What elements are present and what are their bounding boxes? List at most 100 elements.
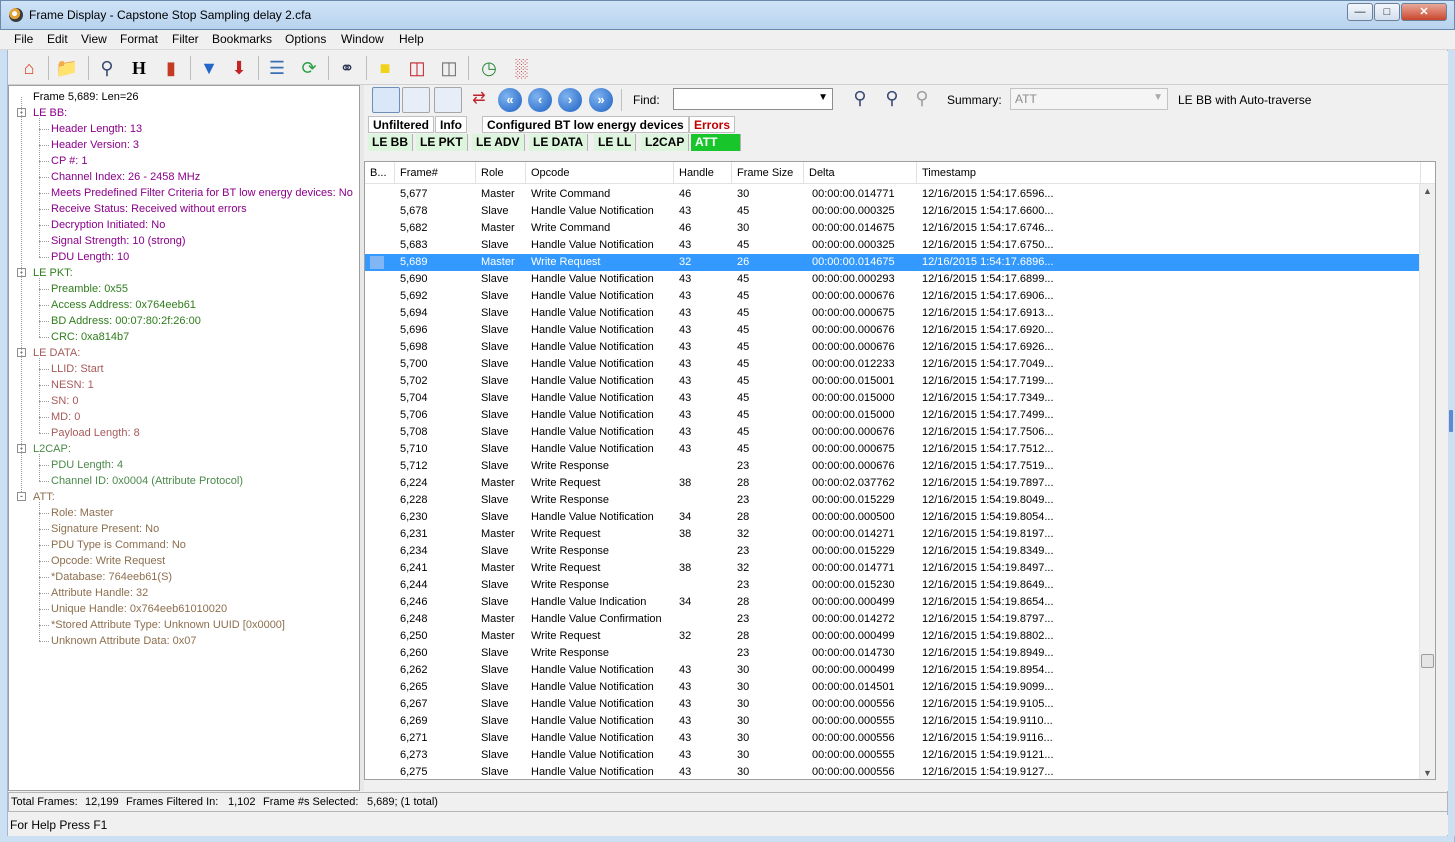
tree-field[interactable]: PDU Length: 10 xyxy=(51,249,129,265)
tree-field[interactable]: Header Version: 3 xyxy=(51,137,139,153)
tree-field[interactable]: Role: Master xyxy=(51,505,113,521)
tree-field[interactable]: Receive Status: Received without errors xyxy=(51,201,247,217)
layer-tab-le-adv[interactable]: LE ADV xyxy=(472,134,525,151)
tab-errors[interactable]: Errors xyxy=(689,116,736,133)
binoculars-icon[interactable]: ⚭ xyxy=(334,55,360,81)
summary-select[interactable]: ATT ▼ xyxy=(1010,88,1168,110)
tree-field[interactable]: *Stored Attribute Type: Unknown UUID [0x… xyxy=(51,617,285,633)
table-row[interactable]: 6,246 Slave Handle Value Indication 34 28 00:… xyxy=(365,594,1421,611)
menu-window[interactable]: Window xyxy=(341,32,384,46)
collapse-toggle-icon[interactable]: - xyxy=(17,492,26,501)
table-scrollbar[interactable]: ▲ ▼ xyxy=(1419,184,1435,779)
layers-icon[interactable]: ☰ xyxy=(264,55,290,81)
scroll-down-icon[interactable]: ▼ xyxy=(1423,768,1432,778)
refresh-icon[interactable]: ⟳ xyxy=(296,55,322,81)
table-row[interactable]: 5,696 Slave Handle Value Notification 43 45 0… xyxy=(365,322,1421,339)
col-bookmark[interactable]: B... xyxy=(365,162,395,184)
tree-field[interactable]: Channel Index: 26 - 2458 MHz xyxy=(51,169,200,185)
col-frame-size[interactable]: Frame Size xyxy=(732,162,804,184)
table-row[interactable]: 5,682 Master Write Command 46 30 00:00:00.014… xyxy=(365,220,1421,237)
tree-field[interactable]: Preamble: 0x55 xyxy=(51,281,128,297)
table-row[interactable]: 6,265 Slave Handle Value Notification 43 30 0… xyxy=(365,679,1421,696)
book-open-icon[interactable]: ◫ xyxy=(436,55,462,81)
table-row[interactable]: 6,230 Slave Handle Value Notification 34 28 0… xyxy=(365,509,1421,526)
tree-field[interactable]: Header Length: 13 xyxy=(51,121,142,137)
table-row[interactable]: 6,267 Slave Handle Value Notification 43 30 0… xyxy=(365,696,1421,713)
note-icon[interactable]: ■ xyxy=(372,55,398,81)
col-delta[interactable]: Delta xyxy=(804,162,917,184)
table-row[interactable]: 5,689 Master Write Request 32 26 00:00:00.014… xyxy=(365,254,1421,271)
table-row[interactable]: 5,712 Slave Write Response 23 00:00:00.00067… xyxy=(365,458,1421,475)
layer-tab-le-data[interactable]: LE DATA xyxy=(529,134,589,151)
tree-field[interactable]: Meets Predefined Filter Criteria for BT … xyxy=(51,185,353,201)
table-row[interactable]: 5,694 Slave Handle Value Notification 43 45 0… xyxy=(365,305,1421,322)
filter-icon[interactable]: ▼ xyxy=(196,55,222,81)
tree-field[interactable]: LLID: Start xyxy=(51,361,104,377)
tree-field[interactable]: Decryption Initiated: No xyxy=(51,217,165,233)
table-row[interactable]: 5,698 Slave Handle Value Notification 43 45 0… xyxy=(365,339,1421,356)
layer-tab-l2cap[interactable]: L2CAP xyxy=(641,134,690,151)
layer-tab-le-bb[interactable]: LE BB xyxy=(368,134,413,151)
table-row[interactable]: 5,710 Slave Handle Value Notification 43 45 0… xyxy=(365,441,1421,458)
search-icon[interactable]: ⚲ xyxy=(94,55,120,81)
maximize-button[interactable]: □ xyxy=(1374,3,1400,21)
tree-field[interactable]: *Database: 764eeb61(S) xyxy=(51,569,172,585)
table-row[interactable]: 5,678 Slave Handle Value Notification 43 45 0… xyxy=(365,203,1421,220)
table-row[interactable]: 6,269 Slave Handle Value Notification 43 30 0… xyxy=(365,713,1421,730)
tree-field[interactable]: PDU Length: 4 xyxy=(51,457,123,473)
bar-chart-icon[interactable]: ░ xyxy=(508,55,534,81)
tree-field[interactable]: Access Address: 0x764eeb61 xyxy=(51,297,196,313)
tree-group[interactable]: LE DATA: xyxy=(33,345,80,361)
col-timestamp[interactable]: Timestamp xyxy=(917,162,1421,184)
home-icon[interactable]: ⌂ xyxy=(16,55,42,81)
tree-field[interactable]: CRC: 0xa814b7 xyxy=(51,329,129,345)
table-row[interactable]: 6,241 Master Write Request 38 32 00:00:00.014… xyxy=(365,560,1421,577)
menu-bookmarks[interactable]: Bookmarks xyxy=(212,32,272,46)
tree-field[interactable]: NESN: 1 xyxy=(51,377,94,393)
tree-field[interactable]: Opcode: Write Request xyxy=(51,553,165,569)
scroll-up-icon[interactable]: ▲ xyxy=(1423,186,1432,196)
menu-edit[interactable]: Edit xyxy=(47,32,68,46)
find-search-icon[interactable]: ⚲ xyxy=(847,85,873,111)
table-row[interactable]: 5,683 Slave Handle Value Notification 43 45 0… xyxy=(365,237,1421,254)
table-row[interactable]: 5,706 Slave Handle Value Notification 43 45 0… xyxy=(365,407,1421,424)
col-role[interactable]: Role xyxy=(476,162,526,184)
chevron-down-icon[interactable]: ▼ xyxy=(818,92,828,103)
tree-field[interactable]: CP #: 1 xyxy=(51,153,88,169)
tree-field[interactable]: Signal Strength: 10 (strong) xyxy=(51,233,186,249)
tree-field[interactable]: SN: 0 xyxy=(51,393,79,409)
tree-field[interactable]: Unknown Attribute Data: 0x07 xyxy=(51,633,197,649)
tree-field[interactable]: Channel ID: 0x0004 (Attribute Protocol) xyxy=(51,473,243,489)
col-handle[interactable]: Handle xyxy=(674,162,732,184)
layer-tab-le-ll[interactable]: LE LL xyxy=(594,134,637,151)
menu-format[interactable]: Format xyxy=(120,32,158,46)
col-frame[interactable]: Frame# xyxy=(395,162,476,184)
find-next-icon[interactable]: ⚲ xyxy=(879,85,905,111)
close-button[interactable]: ✕ xyxy=(1401,3,1447,21)
tree-field[interactable]: Signature Present: No xyxy=(51,521,159,537)
table-row[interactable]: 5,702 Slave Handle Value Notification 43 45 0… xyxy=(365,373,1421,390)
tree-field[interactable]: Attribute Handle: 32 xyxy=(51,585,148,601)
tree-field[interactable]: PDU Type is Command: No xyxy=(51,537,186,553)
frame-table[interactable]: B... Frame# Role Opcode Handle Frame Siz… xyxy=(364,161,1436,780)
h-icon[interactable]: H xyxy=(126,55,152,81)
table-row[interactable]: 5,677 Master Write Command 46 30 00:00:00.014… xyxy=(365,186,1421,203)
book-red-icon[interactable]: ◫ xyxy=(404,55,430,81)
table-row[interactable]: 6,244 Slave Write Response 23 00:00:00.01523… xyxy=(365,577,1421,594)
minimize-button[interactable]: — xyxy=(1347,3,1373,21)
menu-filter[interactable]: Filter xyxy=(172,32,199,46)
find-input[interactable]: ▼ xyxy=(673,88,833,110)
tree-field[interactable]: BD Address: 00:07:80:2f:26:00 xyxy=(51,313,201,329)
tab-configured-bt-le[interactable]: Configured BT low energy devices xyxy=(482,116,689,133)
col-opcode[interactable]: Opcode xyxy=(526,162,674,184)
table-row[interactable]: 6,275 Slave Handle Value Notification 43 30 0… xyxy=(365,764,1421,779)
menu-options[interactable]: Options xyxy=(285,32,326,46)
line-chart-icon[interactable]: ◷ xyxy=(476,55,502,81)
table-row[interactable]: 6,271 Slave Handle Value Notification 43 30 0… xyxy=(365,730,1421,747)
table-row[interactable]: 5,704 Slave Handle Value Notification 43 45 0… xyxy=(365,390,1421,407)
resize-grip[interactable] xyxy=(1449,410,1453,432)
tree-root-node[interactable]: Frame 5,689: Len=26 xyxy=(33,89,139,105)
table-row[interactable]: 6,262 Slave Handle Value Notification 43 30 0… xyxy=(365,662,1421,679)
tab-unfiltered[interactable]: Unfiltered xyxy=(368,116,435,133)
tab-info[interactable]: Info xyxy=(435,116,467,133)
